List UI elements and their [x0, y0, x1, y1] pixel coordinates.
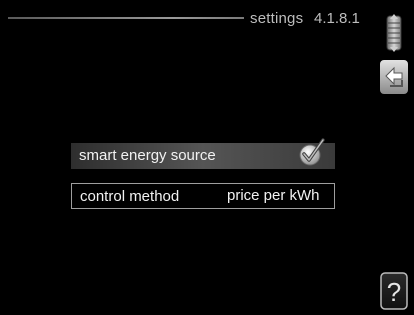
menu-number: 4.1.8.1 — [314, 10, 360, 27]
control-method-value: price per kWh — [227, 187, 320, 204]
smart-energy-source-label: smart energy source — [79, 147, 216, 164]
back-arrow-icon[interactable] — [380, 58, 408, 96]
page-title: settings — [250, 10, 304, 27]
header-divider — [8, 17, 244, 19]
menu-item-smart-energy-source[interactable]: smart energy source — [71, 138, 335, 169]
control-method-label: control method — [80, 188, 180, 205]
scroll-wheel-icon[interactable] — [380, 14, 408, 52]
help-symbol: ? — [387, 277, 401, 307]
menu-item-control-method[interactable]: control method price per kWh — [71, 183, 335, 209]
display-screen: settings 4.1.8.1 smart energy source con… — [0, 0, 414, 314]
checkmark-icon[interactable] — [298, 137, 326, 167]
help-icon[interactable]: ? — [380, 272, 408, 310]
